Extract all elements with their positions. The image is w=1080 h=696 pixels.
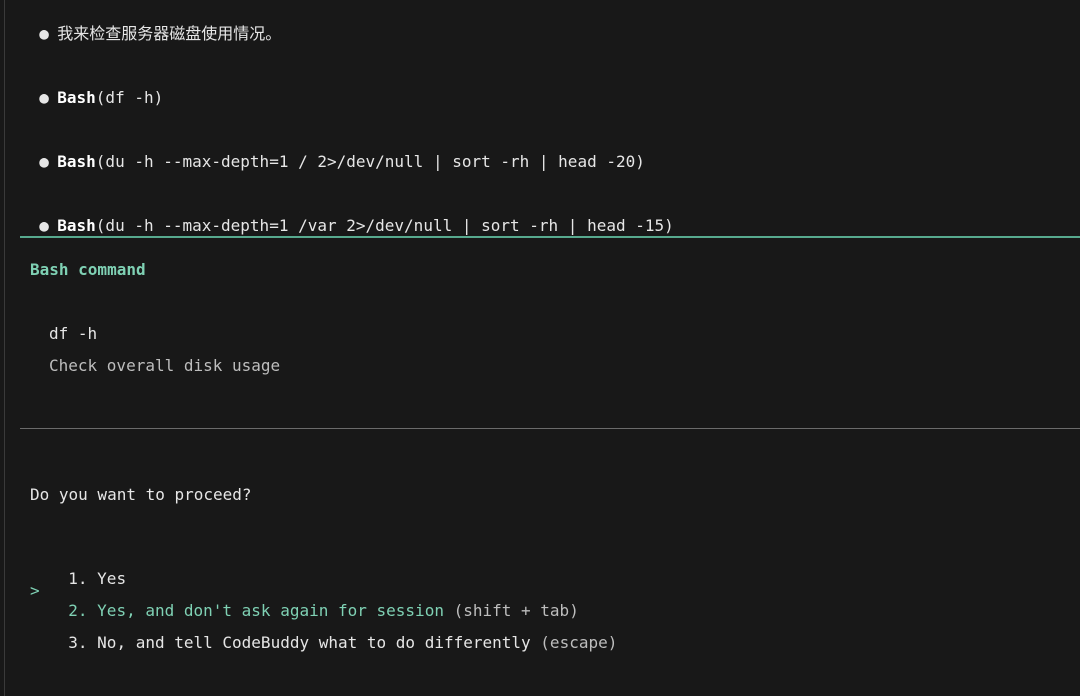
transcript-tool-call: ● Bash(du -h --max-depth=1 /var 2>/dev/nu… xyxy=(20,196,674,235)
divider xyxy=(20,428,1080,429)
transcript-tool-call: ● Bash(df -h) xyxy=(20,68,163,107)
bullet-icon: ● xyxy=(39,88,49,107)
permission-box-title: Bash command xyxy=(30,260,146,279)
tool-name: Bash xyxy=(57,152,96,171)
transcript-message: ● 我来检查服务器磁盘使用情况。 xyxy=(20,4,281,43)
permission-description: Check overall disk usage xyxy=(49,356,281,375)
tool-args: (df -h) xyxy=(95,88,164,107)
tool-name: Bash xyxy=(57,88,96,107)
option-yes[interactable]: 1. Yes xyxy=(49,549,126,588)
tool-args: (du -h --max-depth=1 /var 2>/dev/null | … xyxy=(95,216,674,235)
proceed-question: Do you want to proceed? xyxy=(30,485,252,504)
option-label: No, and tell CodeBuddy what to do differ… xyxy=(97,633,531,652)
assistant-message-text: 我来检查服务器磁盘使用情况。 xyxy=(57,24,282,43)
option-shortcut-hint: (escape) xyxy=(540,633,618,652)
tool-args: (du -h --max-depth=1 / 2>/dev/null | sor… xyxy=(95,152,645,171)
option-number: 3. xyxy=(68,633,88,652)
transcript-tool-call: ● Bash(du -h --max-depth=1 / 2>/dev/null … xyxy=(20,132,645,171)
option-no-tell-differently[interactable]: 3. No, and tell CodeBuddy what to do dif… xyxy=(49,613,617,652)
option-yes-dont-ask-again[interactable]: 2. Yes, and don't ask again for session … xyxy=(49,581,579,620)
bullet-icon: ● xyxy=(39,216,49,235)
tool-name: Bash xyxy=(57,216,96,235)
permission-command: df -h xyxy=(49,324,98,343)
bullet-icon: ● xyxy=(39,152,49,171)
bullet-icon: ● xyxy=(39,24,49,43)
terminal-left-border xyxy=(4,0,5,696)
selection-cursor-icon: > xyxy=(30,581,40,600)
permission-box-top-border xyxy=(20,236,1080,238)
